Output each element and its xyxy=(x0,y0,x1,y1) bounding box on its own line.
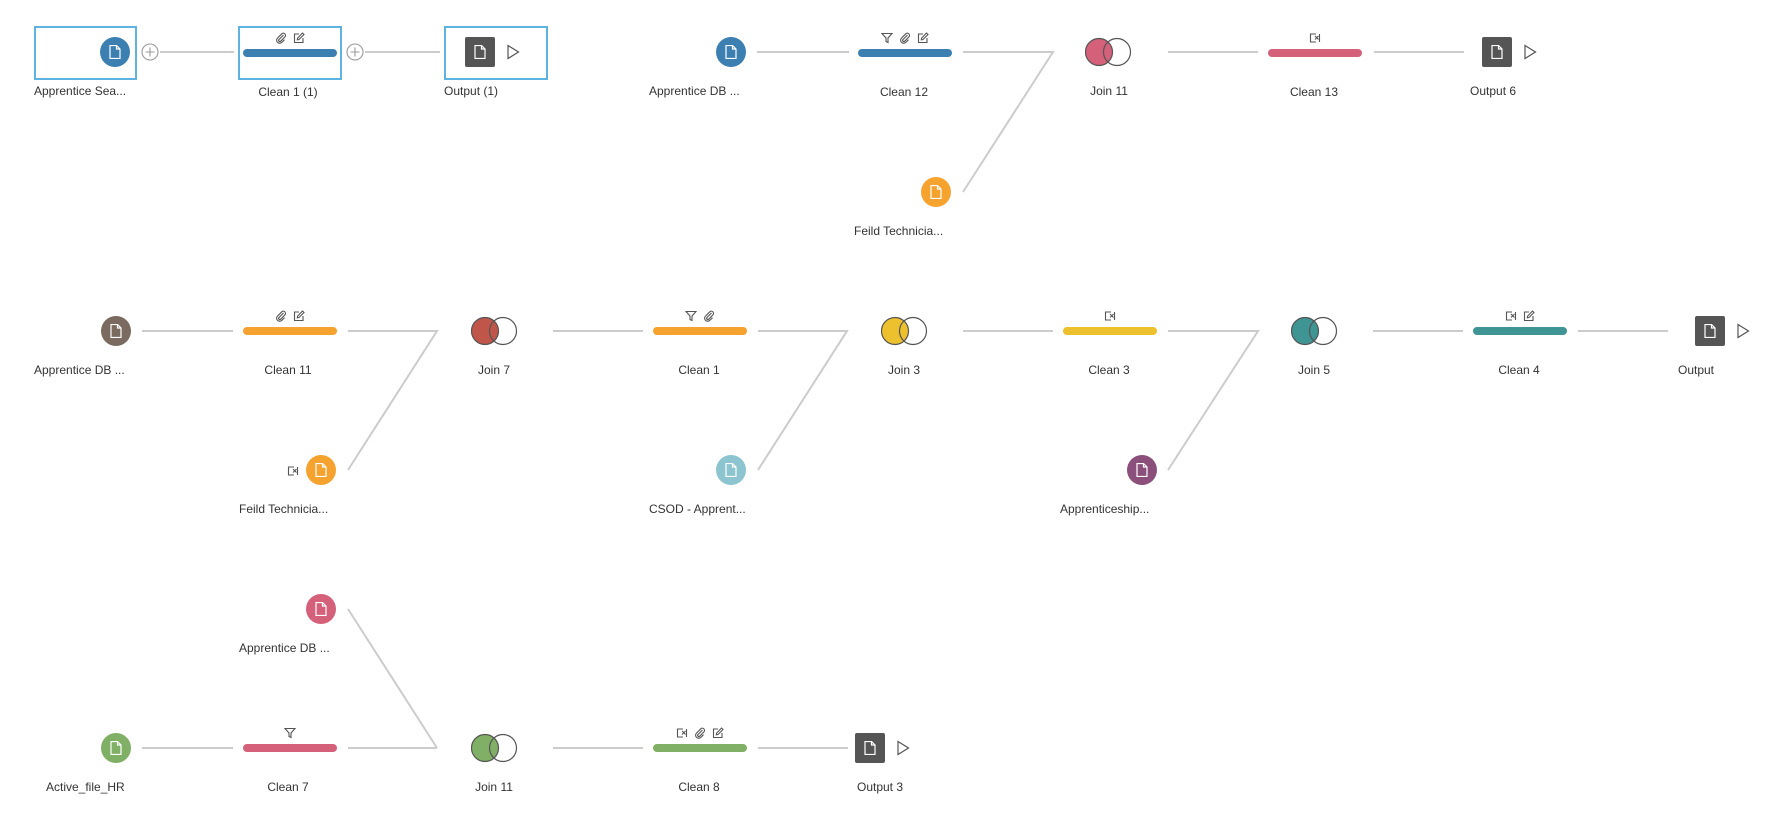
clean-7-clean-step[interactable] xyxy=(243,744,337,752)
node-label: Clean 1 xyxy=(678,363,720,377)
node-label: Join 7 xyxy=(477,363,511,377)
document-icon xyxy=(725,462,737,478)
run-icon[interactable] xyxy=(1522,44,1538,60)
join-11-top-join-node[interactable] xyxy=(1084,37,1133,67)
run-icon[interactable] xyxy=(505,44,521,60)
document-icon xyxy=(725,44,737,60)
document-icon xyxy=(864,740,876,756)
output-3-output-node[interactable] xyxy=(855,733,885,763)
clean-1-clean-step[interactable] xyxy=(653,327,747,335)
apprentice-db-top-input-node[interactable] xyxy=(716,37,746,67)
csod-input-node[interactable] xyxy=(716,455,746,485)
rename-icon xyxy=(676,726,688,738)
clean-1-1-clean-step[interactable] xyxy=(243,49,337,57)
run-icon[interactable] xyxy=(895,740,911,756)
node-label: Clean 7 xyxy=(267,780,309,794)
clean-8-clean-step[interactable] xyxy=(653,744,747,752)
filter-icon xyxy=(880,31,894,44)
node-label: Join 5 xyxy=(1297,363,1331,377)
join-5-join-node[interactable] xyxy=(1290,316,1339,346)
node-label: Join 11 xyxy=(475,780,513,794)
edit-icon xyxy=(293,309,305,322)
document-icon xyxy=(1704,323,1716,339)
apprenticeship-input-node[interactable] xyxy=(1127,455,1157,485)
paperclip-icon xyxy=(694,726,706,739)
document-icon xyxy=(474,44,486,60)
node-label: Join 11 xyxy=(1090,84,1128,98)
node-label: Feild Technicia... xyxy=(239,502,329,516)
output-6-output-node[interactable] xyxy=(1482,37,1512,67)
node-label: Join 3 xyxy=(887,363,921,377)
edit-icon xyxy=(1523,309,1535,322)
apprentice-db-bot-input-node[interactable] xyxy=(306,594,336,624)
rename-icon xyxy=(1104,309,1116,321)
filter-icon xyxy=(283,726,297,739)
document-icon xyxy=(1136,462,1148,478)
rename-icon[interactable] xyxy=(287,464,301,478)
node-label: Clean 8 xyxy=(678,780,720,794)
flow-canvas[interactable]: Apprentice Sea... Clean 1 (1) Output (1) Ap… xyxy=(0,0,1788,822)
add-step-icon[interactable] xyxy=(141,43,159,61)
node-label: Output xyxy=(1677,363,1715,377)
selection-box xyxy=(444,26,548,80)
node-label: Output (1) xyxy=(444,84,499,98)
paperclip-icon xyxy=(275,31,287,44)
document-icon xyxy=(930,184,942,200)
document-icon xyxy=(110,323,122,339)
rename-icon xyxy=(1309,31,1321,43)
node-label: Apprentice DB ... xyxy=(34,363,125,377)
node-label: Feild Technicia... xyxy=(854,224,944,238)
feild-tech-mid-input-node[interactable] xyxy=(306,455,336,485)
join-11-bot-join-node[interactable] xyxy=(470,733,519,763)
document-icon xyxy=(1491,44,1503,60)
node-label: Clean 1 (1) xyxy=(258,85,318,99)
paperclip-icon xyxy=(703,309,715,322)
node-label: Apprentice DB ... xyxy=(239,641,330,655)
document-icon xyxy=(315,601,327,617)
node-label: Output 6 xyxy=(1470,84,1517,98)
run-icon[interactable] xyxy=(1735,323,1751,339)
join-3-join-node[interactable] xyxy=(880,316,929,346)
connection-line xyxy=(347,330,439,471)
paperclip-icon xyxy=(275,309,287,322)
paperclip-icon xyxy=(899,31,911,44)
rename-icon xyxy=(1505,309,1517,321)
document-icon xyxy=(110,740,122,756)
node-label: Active_file_HR xyxy=(46,780,125,794)
node-label: Clean 13 xyxy=(1289,85,1339,99)
node-label: Clean 4 xyxy=(1498,363,1540,377)
output-1-output-node[interactable] xyxy=(465,37,495,67)
node-label: Clean 3 xyxy=(1088,363,1130,377)
node-label: Output 3 xyxy=(856,780,904,794)
node-label: Clean 11 xyxy=(264,363,312,377)
flow-connections xyxy=(142,51,1668,749)
filter-icon xyxy=(684,309,698,322)
node-label: Clean 12 xyxy=(879,85,929,99)
document-icon xyxy=(109,44,121,60)
active-file-hr-input-node[interactable] xyxy=(101,733,131,763)
connection-line xyxy=(1167,330,1260,471)
clean-11-clean-step[interactable] xyxy=(243,327,337,335)
apprentice-sea-input-node[interactable] xyxy=(100,37,130,67)
connection-line xyxy=(757,330,849,471)
add-step-icon[interactable] xyxy=(346,43,364,61)
edit-icon xyxy=(293,31,305,44)
clean-13-clean-step[interactable] xyxy=(1268,49,1362,57)
node-label: Apprenticeship... xyxy=(1060,502,1150,516)
node-label: Apprentice DB ... xyxy=(649,84,740,98)
feild-tech-top-input-node[interactable] xyxy=(921,177,951,207)
document-icon xyxy=(315,462,327,478)
clean-4-clean-step[interactable] xyxy=(1473,327,1567,335)
join-7-join-node[interactable] xyxy=(470,316,519,346)
edit-icon xyxy=(712,726,724,739)
connection-line xyxy=(962,51,1055,193)
node-label: CSOD - Apprent... xyxy=(649,502,746,516)
apprentice-db-mid-input-node[interactable] xyxy=(101,316,131,346)
clean-12-clean-step[interactable] xyxy=(858,49,952,57)
output-output-node[interactable] xyxy=(1695,316,1725,346)
node-label: Apprentice Sea... xyxy=(34,84,127,98)
connection-line xyxy=(347,608,438,749)
edit-icon xyxy=(917,31,929,44)
clean-3-clean-step[interactable] xyxy=(1063,327,1157,335)
